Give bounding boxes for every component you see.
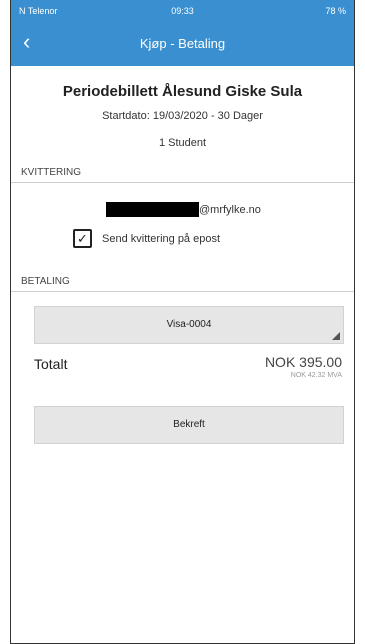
confirm-button-label: Bekreft [173, 419, 205, 430]
total-label: Totalt [34, 356, 68, 372]
send-receipt-checkbox[interactable]: ✓ [73, 229, 92, 248]
app-frame: N Telenor 09:33 78 % ‹ Kjøp - Betaling P… [10, 0, 355, 644]
send-receipt-row[interactable]: ✓ Send kvittering på epost [73, 229, 220, 248]
ticket-start-date: Startdato: 19/03/2020 - 30 Dager [102, 110, 263, 122]
ticket-title: Periodebillett Ålesund Giske Sula [62, 83, 303, 100]
email-redaction [106, 202, 199, 217]
total-amount: NOK 395.00 [264, 354, 342, 370]
payment-section-label: BETALING [21, 276, 70, 287]
confirm-button[interactable]: Bekreft [34, 406, 344, 444]
checkmark-icon: ✓ [77, 231, 88, 246]
payment-card-select[interactable]: Visa-0004 [34, 306, 344, 344]
nav-bar: ‹ Kjøp - Betaling [11, 22, 354, 66]
send-receipt-label: Send kvittering på epost [102, 232, 221, 245]
status-bar: N Telenor 09:33 78 % [11, 0, 354, 22]
vat-amount: NOK 42.32 MVA [290, 372, 342, 379]
receipt-email: @mrfylke.no [106, 202, 261, 217]
app-header: N Telenor 09:33 78 % ‹ Kjøp - Betaling [11, 0, 354, 66]
receipt-section-label: KVITTERING [21, 167, 82, 178]
payment-content: Periodebillett Ålesund Giske Sula Startd… [11, 66, 354, 643]
ticket-passengers: 1 Student [158, 137, 207, 149]
payment-section-header: BETALING [11, 272, 354, 292]
receipt-section-header: KVITTERING [11, 163, 354, 183]
battery-level: 78 % [325, 6, 346, 16]
email-domain: @mrfylke.no [199, 203, 261, 216]
clock: 09:33 [171, 6, 194, 16]
dropdown-corner-icon [332, 332, 340, 340]
page-title: Kjøp - Betaling [139, 36, 226, 51]
payment-card-value: Visa-0004 [166, 319, 212, 330]
